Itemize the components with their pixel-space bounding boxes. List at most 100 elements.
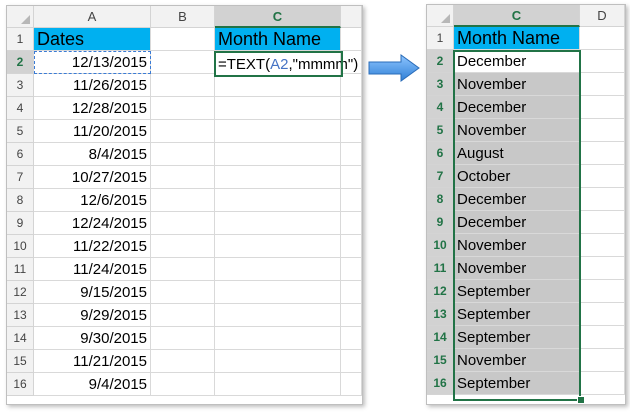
select-all-corner-right[interactable] bbox=[427, 5, 454, 27]
row-header[interactable]: 13 bbox=[427, 303, 454, 326]
cell-empty[interactable] bbox=[151, 373, 215, 396]
cell-month-name[interactable]: September bbox=[454, 303, 580, 326]
cell-date[interactable]: 11/26/2015 bbox=[34, 74, 151, 97]
cell-month-name[interactable]: November bbox=[454, 234, 580, 257]
cell-date[interactable]: 9/15/2015 bbox=[34, 281, 151, 304]
row-header[interactable]: 4 bbox=[7, 97, 34, 120]
cell-date[interactable]: 10/27/2015 bbox=[34, 166, 151, 189]
cell-month-name[interactable]: September bbox=[454, 372, 580, 395]
cell-empty[interactable] bbox=[215, 120, 341, 143]
row-header[interactable]: 10 bbox=[427, 234, 454, 257]
row-header[interactable]: 16 bbox=[7, 373, 34, 396]
row-header[interactable]: 8 bbox=[427, 188, 454, 211]
cell-month-name[interactable]: September bbox=[454, 280, 580, 303]
column-header-a[interactable]: A bbox=[34, 6, 151, 28]
row-header[interactable]: 3 bbox=[7, 74, 34, 97]
cell-month-name[interactable]: November bbox=[454, 349, 580, 372]
row-header[interactable]: 14 bbox=[7, 327, 34, 350]
cell-c1-month-header-right[interactable]: Month Name bbox=[454, 27, 580, 50]
cell-month-name[interactable]: October bbox=[454, 165, 580, 188]
cell-empty[interactable] bbox=[215, 373, 341, 396]
row-header[interactable]: 5 bbox=[427, 119, 454, 142]
row-header[interactable]: 3 bbox=[427, 73, 454, 96]
row-header[interactable]: 4 bbox=[427, 96, 454, 119]
cell-empty[interactable] bbox=[151, 350, 215, 373]
cell-month-name[interactable]: December bbox=[454, 188, 580, 211]
row-header[interactable]: 1 bbox=[7, 28, 34, 51]
cell-b1[interactable] bbox=[151, 28, 215, 51]
cell-date[interactable]: 11/21/2015 bbox=[34, 350, 151, 373]
cell-date[interactable]: 11/20/2015 bbox=[34, 120, 151, 143]
row-header[interactable]: 2 bbox=[427, 50, 454, 73]
column-header-b[interactable]: B bbox=[151, 6, 215, 28]
cell-empty[interactable] bbox=[151, 97, 215, 120]
cell-empty[interactable] bbox=[215, 166, 341, 189]
row-header[interactable]: 6 bbox=[7, 143, 34, 166]
cell-empty[interactable] bbox=[215, 143, 341, 166]
cell-a1-dates-header[interactable]: Dates bbox=[34, 28, 151, 51]
cell-empty[interactable] bbox=[151, 304, 215, 327]
cell-empty[interactable] bbox=[151, 120, 215, 143]
cell-empty[interactable] bbox=[151, 74, 215, 97]
row-header[interactable]: 7 bbox=[7, 166, 34, 189]
column-header-c[interactable]: C bbox=[215, 6, 341, 28]
cell-empty[interactable] bbox=[151, 51, 215, 74]
cell-empty[interactable] bbox=[151, 235, 215, 258]
row-header[interactable]: 8 bbox=[7, 189, 34, 212]
cell-month-name[interactable]: November bbox=[454, 119, 580, 142]
cell-month-name[interactable]: August bbox=[454, 142, 580, 165]
cell-empty[interactable] bbox=[151, 258, 215, 281]
cell-month-name[interactable]: December bbox=[454, 96, 580, 119]
cell-date[interactable]: 12/28/2015 bbox=[34, 97, 151, 120]
cell-empty[interactable] bbox=[151, 143, 215, 166]
cell-empty[interactable] bbox=[215, 212, 341, 235]
cell-month-name[interactable]: December bbox=[454, 211, 580, 234]
row-header[interactable]: 15 bbox=[7, 350, 34, 373]
row-header[interactable]: 2 bbox=[7, 51, 34, 74]
row-header[interactable]: 9 bbox=[7, 212, 34, 235]
cell-empty[interactable] bbox=[215, 258, 341, 281]
cell-empty[interactable] bbox=[215, 327, 341, 350]
cell-empty[interactable] bbox=[151, 166, 215, 189]
cell-empty[interactable] bbox=[215, 235, 341, 258]
row-header[interactable]: 7 bbox=[427, 165, 454, 188]
row-header[interactable]: 10 bbox=[7, 235, 34, 258]
row-header[interactable]: 5 bbox=[7, 120, 34, 143]
cell-date[interactable]: 11/22/2015 bbox=[34, 235, 151, 258]
column-header-d[interactable]: D bbox=[580, 5, 625, 27]
cell-month-name[interactable]: September bbox=[454, 326, 580, 349]
row-header[interactable]: 12 bbox=[7, 281, 34, 304]
cell-date[interactable]: 9/29/2015 bbox=[34, 304, 151, 327]
cell-empty[interactable] bbox=[151, 212, 215, 235]
cell-date[interactable]: 11/24/2015 bbox=[34, 258, 151, 281]
row-header[interactable]: 11 bbox=[427, 257, 454, 280]
cell-date[interactable]: 8/4/2015 bbox=[34, 143, 151, 166]
cell-c1-month-header[interactable]: Month Name bbox=[215, 28, 341, 51]
cell-date[interactable]: 9/30/2015 bbox=[34, 327, 151, 350]
column-header-c-right[interactable]: C bbox=[454, 5, 580, 27]
cell-empty[interactable] bbox=[215, 281, 341, 304]
cell-date[interactable]: 12/13/2015 bbox=[34, 51, 151, 74]
fill-handle[interactable] bbox=[577, 396, 585, 404]
row-header[interactable]: 16 bbox=[427, 372, 454, 395]
cell-empty[interactable] bbox=[151, 281, 215, 304]
cell-empty[interactable] bbox=[215, 74, 341, 97]
row-header[interactable]: 12 bbox=[427, 280, 454, 303]
formula-editor[interactable]: =TEXT(A2 ,"mmmm") bbox=[216, 54, 358, 75]
row-header[interactable]: 6 bbox=[427, 142, 454, 165]
select-all-corner[interactable] bbox=[7, 6, 34, 28]
cell-empty[interactable] bbox=[151, 327, 215, 350]
row-header[interactable]: 11 bbox=[7, 258, 34, 281]
cell-month-name[interactable]: November bbox=[454, 73, 580, 96]
row-header[interactable]: 13 bbox=[7, 304, 34, 327]
cell-empty[interactable] bbox=[215, 189, 341, 212]
cell-empty[interactable] bbox=[215, 304, 341, 327]
cell-empty[interactable] bbox=[215, 97, 341, 120]
row-header[interactable]: 1 bbox=[427, 27, 454, 50]
cell-month-name[interactable]: December bbox=[454, 50, 580, 73]
cell-empty[interactable] bbox=[215, 350, 341, 373]
cell-date[interactable]: 12/6/2015 bbox=[34, 189, 151, 212]
cell-month-name[interactable]: November bbox=[454, 257, 580, 280]
row-header[interactable]: 9 bbox=[427, 211, 454, 234]
cell-date[interactable]: 9/4/2015 bbox=[34, 373, 151, 396]
